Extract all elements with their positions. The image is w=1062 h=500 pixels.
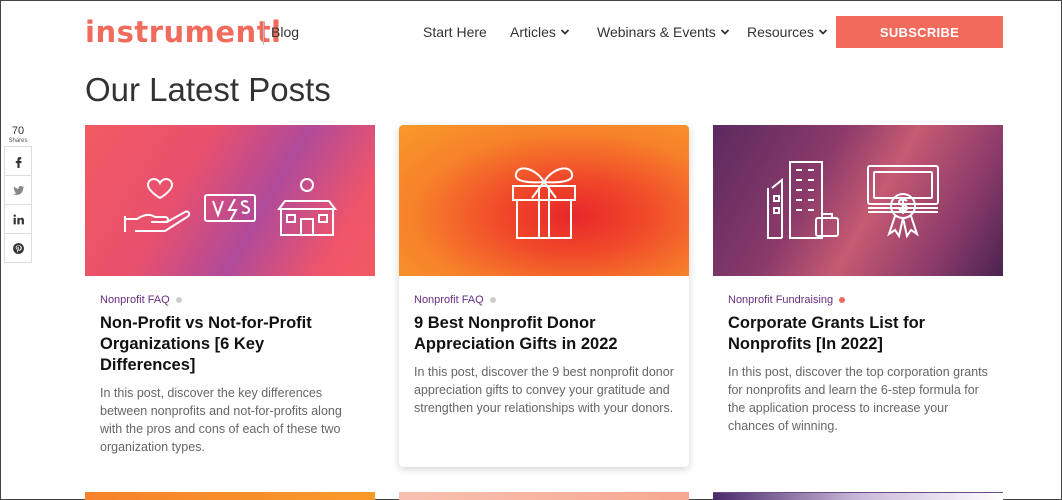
chevron-down-icon [818, 27, 828, 37]
post-image[interactable] [713, 125, 1003, 276]
share-linkedin-button[interactable] [4, 204, 32, 234]
nav-resources[interactable]: Resources [747, 24, 828, 40]
post-card[interactable]: Nonprofit FAQ 9 Best Nonprofit Donor App… [399, 125, 689, 467]
office-building-icon [767, 160, 839, 239]
category-label: Nonprofit Fundraising [728, 294, 834, 306]
facebook-icon [15, 156, 22, 168]
post-image[interactable] [85, 125, 375, 276]
nav-start-here[interactable]: Start Here [423, 24, 487, 40]
post-card[interactable]: Nonprofit FAQ Non-Profit vs Not-for-Prof… [85, 125, 375, 467]
twitter-icon [12, 185, 24, 195]
category-label: Nonprofit FAQ [100, 294, 170, 306]
site-header: instrumentl Blog Start Here Articles Web… [1, 1, 1062, 63]
site-logo[interactable]: instrumentl [85, 15, 282, 49]
post-image[interactable] [399, 125, 689, 276]
gift-box-icon [512, 166, 576, 239]
next-post-image[interactable] [399, 492, 689, 500]
versus-icon [204, 193, 256, 222]
heart-hand-icon [124, 177, 191, 232]
nav-label: Resources [747, 24, 814, 40]
share-count: 70 [11, 125, 25, 137]
logo-divider [263, 21, 264, 45]
post-title[interactable]: Non-Profit vs Not-for-Profit Organizatio… [100, 313, 360, 376]
post-category[interactable]: Nonprofit FAQ [100, 294, 360, 306]
page-title: Our Latest Posts [85, 71, 331, 108]
next-post-image[interactable] [85, 492, 375, 500]
post-title[interactable]: 9 Best Nonprofit Donor Appreciation Gift… [414, 313, 674, 355]
share-twitter-button[interactable] [4, 175, 32, 205]
category-dot [839, 297, 846, 303]
subscribe-button[interactable]: SUBSCRIBE [836, 16, 1003, 48]
chevron-down-icon [560, 27, 570, 37]
category-dot [175, 297, 182, 303]
nav-label: Start Here [423, 24, 487, 40]
share-bar: 70 Shares [4, 125, 32, 263]
next-post-image[interactable] [713, 492, 1003, 500]
blog-link[interactable]: Blog [271, 24, 299, 40]
nav-webinars-events[interactable]: Webinars & Events [597, 24, 730, 40]
post-illustration [767, 160, 939, 239]
post-description: In this post, discover the 9 best nonpro… [414, 365, 674, 415]
share-facebook-button[interactable] [4, 146, 32, 176]
nav-articles[interactable]: Articles [510, 24, 570, 40]
nav-label: Webinars & Events [597, 24, 716, 40]
post-card[interactable]: Nonprofit Fundraising Corporate Grants L… [713, 125, 1003, 467]
pinterest-icon [12, 242, 24, 254]
chevron-down-icon [720, 27, 730, 37]
category-dot [489, 297, 496, 303]
post-description: In this post, discover the top corporati… [728, 365, 988, 433]
share-pinterest-button[interactable] [4, 233, 32, 263]
category-label: Nonprofit FAQ [414, 294, 484, 306]
post-category[interactable]: Nonprofit Fundraising [728, 294, 988, 306]
post-illustration [124, 177, 337, 236]
post-description: In this post, discover the key differenc… [100, 386, 342, 454]
nav-label: Articles [510, 24, 556, 40]
linkedin-icon [13, 214, 24, 224]
post-category[interactable]: Nonprofit FAQ [414, 294, 674, 306]
school-building-icon [277, 177, 337, 236]
post-title[interactable]: Corporate Grants List for Nonprofits [In… [728, 313, 988, 355]
money-award-icon [867, 164, 939, 239]
share-label: Shares [8, 138, 28, 144]
